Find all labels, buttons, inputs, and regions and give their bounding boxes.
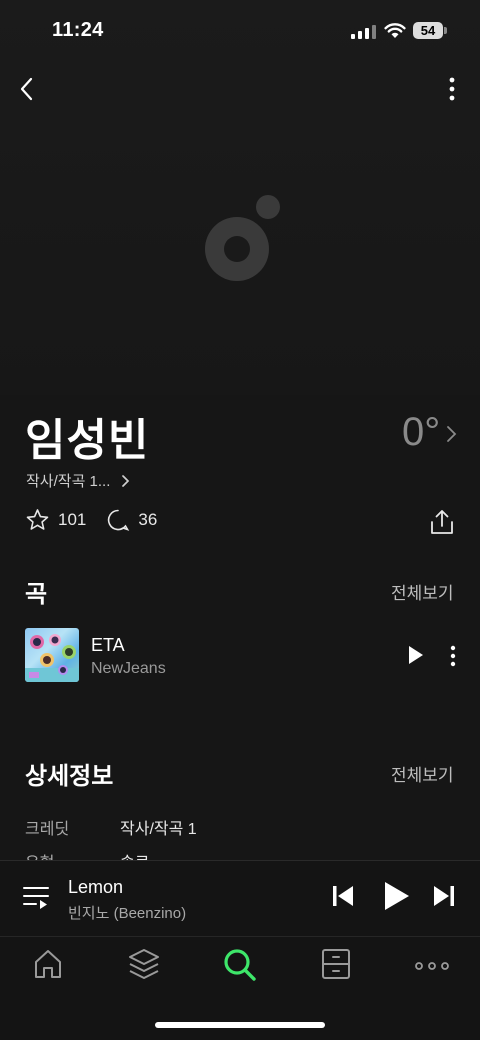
album-art-illustration [25, 634, 79, 682]
share-icon[interactable] [428, 508, 456, 536]
artist-role-link[interactable]: 작사/작곡 1... [26, 470, 130, 491]
artist-role: 작사/작곡 1... [26, 473, 111, 490]
song-play-icon[interactable] [405, 644, 425, 666]
artist-temperature[interactable]: 0° [402, 410, 440, 455]
cellular-signal-icon [351, 25, 376, 39]
library-icon[interactable] [320, 947, 352, 983]
song-album-art[interactable] [25, 628, 79, 682]
artist-placeholder-logo-icon [205, 195, 280, 281]
home-indicator [155, 1022, 325, 1028]
detail-credit-value: 작사/작곡 1 [120, 821, 197, 838]
comment-count: 36 [138, 510, 158, 529]
battery-icon: 54 [413, 22, 443, 39]
search-icon[interactable] [222, 947, 258, 983]
layers-icon[interactable] [127, 947, 161, 983]
song-title[interactable]: ETA [91, 635, 125, 656]
battery-tip [444, 27, 447, 34]
song-artist: NewJeans [91, 660, 166, 677]
artist-stats: 101 36 [25, 508, 177, 532]
playlist-queue-icon[interactable] [22, 884, 50, 910]
songs-section-title: 곡 [25, 581, 48, 608]
like-button[interactable]: 101 [25, 508, 86, 532]
now-playing-artist: 빈지노 (Beenzino) [68, 905, 187, 922]
comment-button[interactable]: 36 [106, 508, 157, 532]
now-playing-title[interactable]: Lemon [68, 877, 123, 898]
like-count: 101 [58, 510, 87, 529]
details-see-all-link[interactable]: 전체보기 [391, 761, 454, 786]
temperature-chevron-right-icon[interactable] [444, 424, 458, 444]
songs-see-all-link[interactable]: 전체보기 [391, 579, 454, 604]
more-vertical-icon[interactable] [438, 74, 466, 104]
song-more-icon[interactable] [446, 644, 460, 668]
details-section-title: 상세정보 [25, 763, 114, 790]
comment-bubble-icon [108, 509, 130, 531]
home-icon[interactable] [32, 947, 64, 981]
artist-name: 임성빈 [25, 416, 150, 465]
previous-track-icon[interactable] [331, 884, 355, 908]
status-time: 11:24 [52, 19, 104, 41]
star-icon [26, 509, 49, 530]
role-chevron-right-icon [122, 474, 130, 487]
back-chevron-icon[interactable] [14, 74, 42, 104]
more-horizontal-icon[interactable] [414, 947, 450, 983]
detail-credit-label: 크레딧 [25, 821, 70, 838]
next-track-icon[interactable] [432, 884, 456, 908]
wifi-icon [384, 23, 406, 38]
play-icon[interactable] [381, 880, 411, 912]
